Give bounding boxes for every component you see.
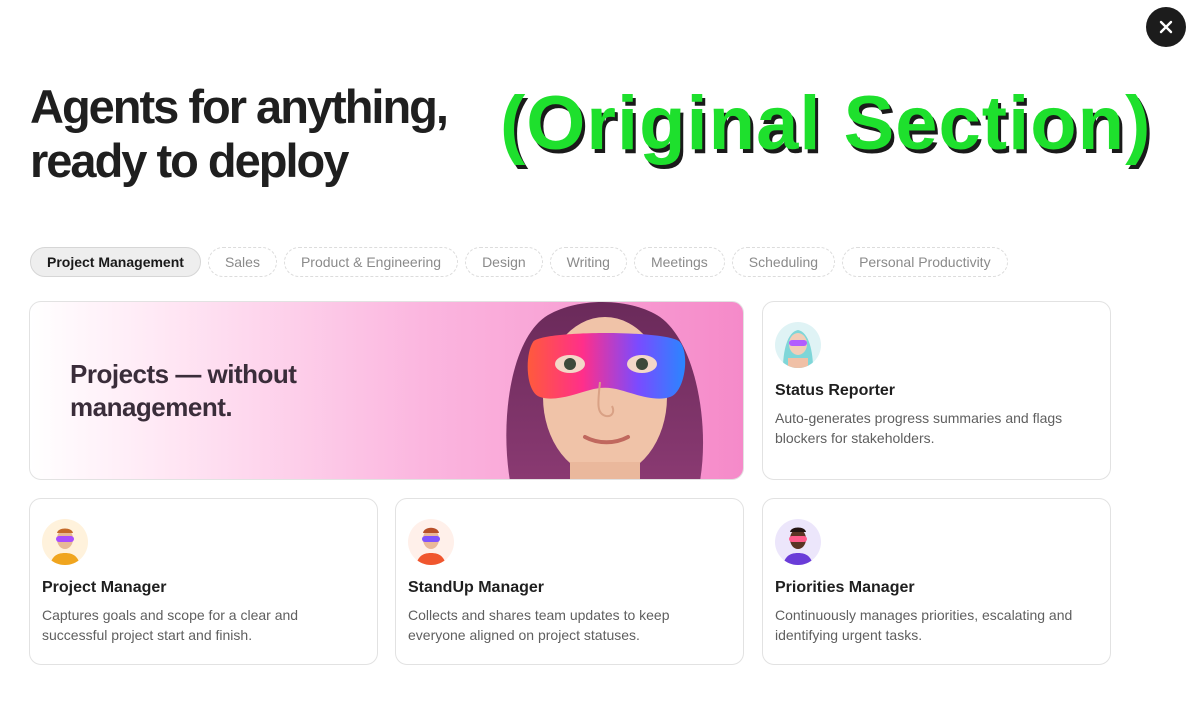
agent-title: Status Reporter (775, 382, 896, 399)
page-title: Agents for anything, ready to deploy (30, 80, 500, 188)
tab-project-management[interactable]: Project Management (30, 247, 201, 277)
avatar (42, 519, 88, 565)
category-tabs: Project Management Sales Product & Engin… (30, 247, 1008, 277)
hero-card[interactable]: Projects — without management. (29, 301, 744, 480)
avatar (408, 519, 454, 565)
agent-card-standup-manager[interactable]: StandUp Manager Collects and shares team… (395, 498, 744, 665)
hero-text: Projects — without management. (70, 359, 297, 422)
close-icon (1159, 20, 1173, 34)
page-title-line-1: Agents for anything, (30, 80, 449, 133)
hero-portrait-image (506, 302, 704, 479)
tab-meetings[interactable]: Meetings (633, 247, 725, 277)
tab-scheduling[interactable]: Scheduling (731, 247, 836, 277)
agent-description: Collects and shares team updates to keep… (408, 607, 670, 643)
tab-writing[interactable]: Writing (549, 247, 627, 277)
agent-description: Captures goals and scope for a clear and… (42, 607, 299, 643)
tab-product-engineering[interactable]: Product & Engineering (283, 247, 459, 277)
agent-title: Project Manager (42, 579, 167, 596)
page-title-line-2: ready to deploy (30, 134, 349, 187)
tab-design[interactable]: Design (465, 247, 543, 277)
agent-card-priorities-manager[interactable]: Priorities Manager Continuously manages … (762, 498, 1111, 665)
avatar (775, 322, 821, 368)
agent-title: StandUp Manager (408, 579, 545, 596)
tab-sales[interactable]: Sales (207, 247, 277, 277)
section-overlay-label: (Original Section) (500, 81, 1152, 166)
close-button[interactable] (1146, 7, 1186, 47)
avatar (775, 519, 821, 565)
agent-title: Priorities Manager (775, 579, 915, 596)
agent-card-project-manager[interactable]: Project Manager Captures goals and scope… (29, 498, 378, 665)
tab-personal-productivity[interactable]: Personal Productivity (842, 247, 1008, 277)
agent-description: Auto-generates progress summaries and fl… (775, 410, 1063, 446)
agent-description: Continuously manages priorities, escalat… (775, 607, 1073, 643)
agent-card-status-reporter[interactable]: Status Reporter Auto-generates progress … (762, 301, 1111, 480)
